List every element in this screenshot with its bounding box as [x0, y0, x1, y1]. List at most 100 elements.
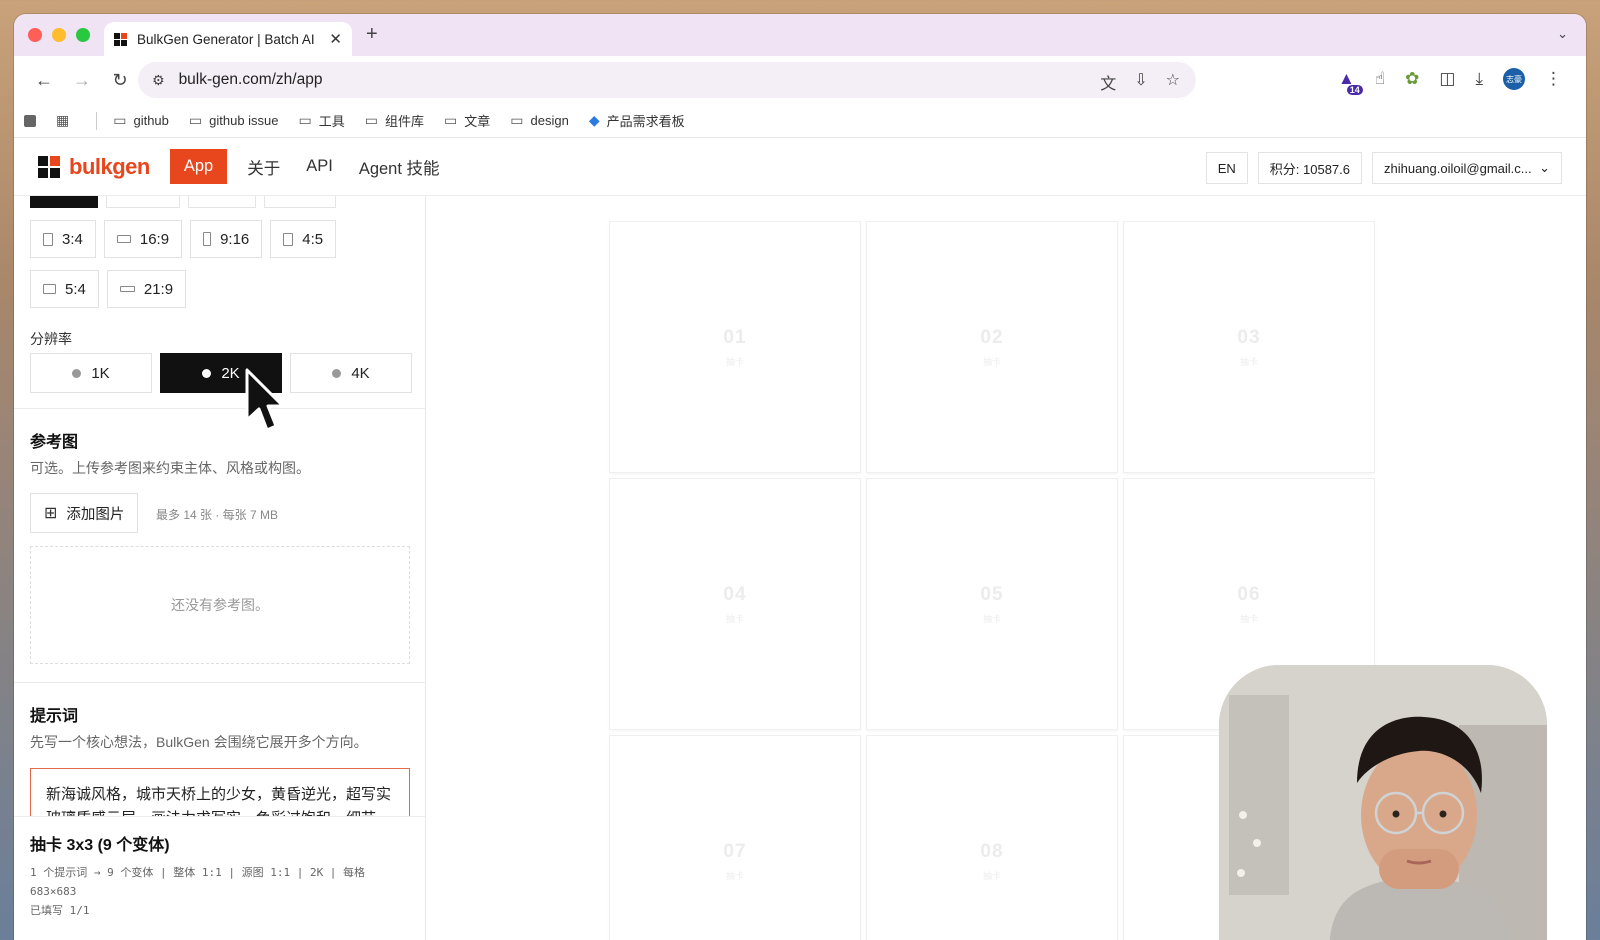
ratio-option-5-4[interactable]: 5:4: [30, 270, 99, 308]
bookmark-folder-design[interactable]: ▭ design: [510, 112, 569, 129]
summary-filled: 已填写 1/1: [30, 904, 90, 917]
nav-app[interactable]: App: [169, 149, 228, 184]
site-settings-icon[interactable]: ⚙: [152, 72, 165, 89]
bookmark-folder-components[interactable]: ▭ 组件库: [365, 111, 424, 130]
variant-cell-03[interactable]: 03 抽卡: [1124, 222, 1374, 472]
ratio-option[interactable]: [188, 196, 256, 208]
bookmark-folder-tools[interactable]: ▭ 工具: [299, 111, 345, 130]
section-divider: [14, 408, 425, 409]
extension-hand-icon[interactable]: ☝: [1375, 69, 1385, 89]
bookmarks-bar: ▦ ▭ github ▭ github issue ▭ 工具 ▭ 组件库 ▭ 文章 ▭ de…: [14, 104, 1586, 138]
logo-grid-icon: [38, 155, 60, 178]
url-text: bulk-gen.com/zh/app: [178, 71, 323, 88]
downloads-icon[interactable]: ⤓: [1475, 69, 1483, 89]
summary-meta: 1 个提示词 → 9 个变体 | 整体 1:1 | 源图 1:1 | 2K | …: [30, 866, 366, 898]
folder-icon: ▭: [364, 112, 378, 128]
ratio-option-21-9[interactable]: 21:9: [106, 270, 187, 308]
bookmark-folder-github-issue[interactable]: ▭ github issue: [189, 112, 279, 129]
browser-menu-icon[interactable]: ⋮: [1545, 69, 1562, 89]
extensions-area: ▲ 14 ☝ ✿ ◫ ⤓ 志豪 ⋮: [1338, 68, 1562, 95]
resolution-selector: 1K 2K 4K: [30, 353, 412, 393]
mouse-cursor-icon: [245, 368, 285, 432]
account-dropdown[interactable]: zhihuang.oiloil@gmail.c... ⌄: [1372, 152, 1562, 184]
ratio-option-4-5[interactable]: 4:5: [270, 220, 337, 258]
folder-icon: ▭: [444, 112, 458, 128]
account-email: zhihuang.oiloil@gmail.c...: [1384, 160, 1532, 176]
close-window-button[interactable]: [28, 28, 42, 42]
folder-icon: ▭: [113, 112, 127, 128]
ratio-option-selected[interactable]: [30, 196, 98, 208]
extension-leaf-icon[interactable]: ✿: [1405, 69, 1419, 89]
bookmark-star-icon[interactable]: ☆: [1166, 70, 1180, 94]
variant-cell-01[interactable]: 01 抽卡: [610, 222, 860, 472]
nav-api[interactable]: API: [306, 157, 333, 176]
tab-bar: BulkGen Generator | Batch AI ✕ + ⌄: [14, 14, 1586, 56]
portrait-ratio-icon: [203, 232, 212, 246]
reference-description: 可选。上传参考图来约束主体、风格或构图。: [30, 460, 310, 476]
ratio-option-9-16[interactable]: 9:16: [190, 220, 263, 258]
back-icon[interactable]: ←: [28, 70, 60, 91]
add-image-button[interactable]: ⊞ 添加图片: [30, 493, 139, 533]
chevron-down-icon: ⌄: [1539, 160, 1550, 175]
bookmark-square-icon[interactable]: [24, 114, 36, 127]
ratio-row: 3:4 16:9 9:16 4:5: [30, 220, 337, 258]
reference-dropzone[interactable]: 还没有参考图。: [30, 546, 410, 664]
board-logo-icon: ◆: [588, 112, 600, 128]
prompt-title: 提示词: [30, 708, 79, 725]
nav-about[interactable]: 关于: [247, 155, 280, 179]
landscape-ratio-icon: [43, 284, 56, 294]
extensions-puzzle-icon[interactable]: ◫: [1439, 69, 1455, 89]
ratio-option-3-4[interactable]: 3:4: [30, 220, 96, 258]
dot-icon: [202, 368, 212, 378]
variant-cell-05[interactable]: 05 抽卡: [867, 479, 1117, 729]
address-bar[interactable]: ⚙ bulk-gen.com/zh/app 文 ⇩ ☆: [138, 62, 1196, 98]
bookmarks-separator: [96, 111, 98, 130]
bookmark-folder-articles[interactable]: ▭ 文章: [444, 111, 490, 130]
presenter-face-icon: [1219, 665, 1547, 940]
resolution-1k[interactable]: 1K: [30, 353, 152, 393]
generation-summary: 抽卡 3x3 (9 个变体) 1 个提示词 → 9 个变体 | 整体 1:1 |…: [14, 816, 425, 940]
reference-title: 参考图: [30, 434, 79, 451]
nav-agent-skills[interactable]: Agent 技能: [359, 155, 440, 179]
variant-cell-02[interactable]: 02 抽卡: [867, 222, 1117, 472]
browser-toolbar: ← → ↻ ⚙ bulk-gen.com/zh/app 文 ⇩ ☆ ▲ 14 ☝ …: [14, 56, 1586, 104]
section-divider: [14, 682, 425, 683]
summary-title: 抽卡 3x3 (9 个变体): [30, 837, 170, 854]
new-tab-button[interactable]: +: [366, 23, 378, 46]
variant-cell-07[interactable]: 07 抽卡: [610, 736, 860, 940]
forward-icon[interactable]: →: [66, 70, 98, 91]
maximize-window-button[interactable]: [76, 28, 90, 42]
webcam-overlay: [1219, 665, 1547, 940]
prompt-description: 先写一个核心想法，BulkGen 会围绕它展开多个方向。: [30, 734, 368, 750]
variant-cell-08[interactable]: 08 抽卡: [867, 736, 1117, 940]
reload-icon[interactable]: ↻: [104, 70, 136, 91]
upload-limit-text: 最多 14 张 · 每张 7 MB: [156, 508, 279, 522]
browser-tab[interactable]: BulkGen Generator | Batch AI ✕: [104, 22, 352, 56]
extension-cap-icon[interactable]: ▲ 14: [1338, 69, 1363, 95]
ratio-option-16-9[interactable]: 16:9: [103, 220, 183, 258]
install-app-icon[interactable]: ⇩: [1134, 70, 1147, 94]
profile-avatar[interactable]: 志豪: [1503, 68, 1525, 90]
translate-icon[interactable]: 文: [1100, 70, 1116, 94]
language-toggle[interactable]: EN: [1205, 152, 1248, 184]
variant-cell-04[interactable]: 04 抽卡: [610, 479, 860, 729]
apps-grid-icon[interactable]: ▦: [56, 112, 76, 129]
bookmark-folder-github[interactable]: ▭ github: [113, 112, 169, 129]
wide-ratio-icon: [119, 286, 135, 292]
ratio-option[interactable]: [106, 196, 180, 208]
extension-badge-count: 14: [1346, 85, 1363, 95]
bulkgen-logo[interactable]: bulkgen: [38, 154, 150, 180]
tab-search-chevron-icon[interactable]: ⌄: [1557, 26, 1568, 42]
bookmark-product-board[interactable]: ◆ 产品需求看板: [589, 111, 685, 130]
dot-icon: [332, 368, 342, 378]
landscape-ratio-icon: [116, 235, 131, 243]
folder-icon: ▭: [510, 112, 524, 128]
ratio-option[interactable]: [264, 196, 336, 208]
resolution-4k[interactable]: 4K: [290, 353, 412, 393]
bulkgen-favicon-icon: [114, 32, 127, 46]
tab-close-icon[interactable]: ✕: [329, 30, 342, 48]
portrait-ratio-icon: [43, 232, 53, 246]
cut-off-ratio-row: [30, 196, 336, 208]
minimize-window-button[interactable]: [52, 28, 66, 42]
image-add-icon: ⊞: [44, 505, 58, 522]
